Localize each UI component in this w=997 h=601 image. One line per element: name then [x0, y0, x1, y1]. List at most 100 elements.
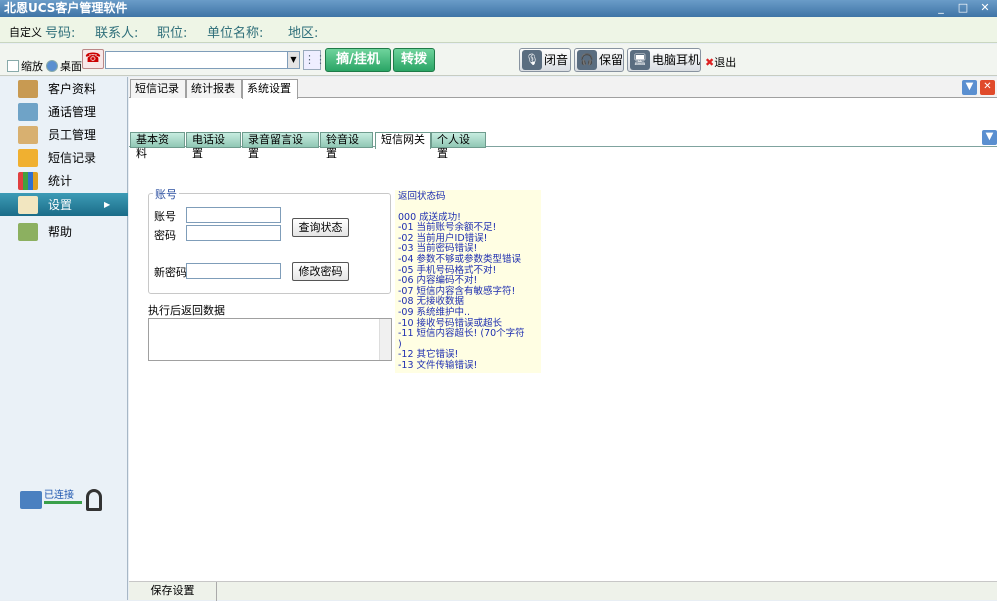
sidebar-item-label: 统计 — [48, 174, 73, 188]
maximize-button[interactable]: □ — [955, 1, 971, 15]
bottom-bar: 保存设置 — [129, 581, 997, 601]
close-button[interactable]: ✕ — [977, 1, 993, 15]
new-password-input[interactable] — [186, 263, 281, 279]
password-input[interactable] — [186, 225, 281, 241]
hangup-button[interactable]: 摘/挂机 — [325, 48, 391, 72]
computer-headset-icon: 🖥 — [630, 50, 650, 70]
status-code-line: -04 参数不够或参数类型错误 — [398, 253, 522, 265]
sidebar-item-statistics[interactable]: 统计 — [0, 169, 128, 192]
transfer-button[interactable]: 转拨 — [393, 48, 435, 72]
connection-status: 已连接 — [20, 487, 110, 517]
dropdown-icon[interactable]: ▼ — [962, 80, 977, 95]
shrink-label: 缩放 — [21, 60, 43, 73]
chevron-right-icon: ▶ — [104, 200, 111, 209]
sidebar-item-staff[interactable]: 员工管理 — [0, 123, 128, 146]
new-password-label: 新密码 — [154, 266, 187, 279]
custom-label[interactable]: 自定义 — [9, 24, 42, 40]
desktop-icon — [46, 60, 58, 72]
sidebar-item-label: 设置 — [48, 198, 73, 212]
headphones-icon: 🎧 — [577, 50, 597, 70]
account-label: 账号 — [154, 210, 176, 223]
contact-label: 联系人: — [95, 26, 139, 41]
sidebar: 客户资料 通话管理 员工管理 短信记录 统计 设置 ▶ 帮助 已连接 — [0, 77, 128, 600]
account-input[interactable] — [186, 207, 281, 223]
telephone-icon[interactable]: ☎ — [82, 49, 104, 69]
status-code-line: -13 文件传输错误! — [398, 359, 478, 371]
bar-chart-icon — [18, 171, 38, 190]
mute-button[interactable]: 🎙 闭音 — [519, 48, 571, 72]
close-icon[interactable]: ✕ — [980, 80, 995, 95]
position-label: 职位: — [157, 26, 188, 41]
title-bar: 北恩UCS客户管理软件 — [0, 0, 997, 17]
status-code-line: -11 短信内容超长! (70个字符 — [398, 328, 525, 340]
connection-label: 已连接 — [44, 490, 74, 501]
tab-stats-report[interactable]: 统计报表 — [186, 79, 242, 98]
result-textarea[interactable] — [148, 318, 392, 361]
sidebar-item-calls[interactable]: 通话管理 — [0, 100, 128, 123]
password-label: 密码 — [154, 229, 176, 242]
tab-system-settings[interactable]: 系统设置 — [242, 79, 298, 99]
sidebar-item-label: 帮助 — [48, 225, 73, 239]
mute-label: 闭音 — [544, 53, 569, 67]
tab-sms-records[interactable]: 短信记录 — [130, 79, 186, 98]
query-status-button[interactable]: 查询状态 — [292, 218, 349, 237]
exit-icon: ✖ — [705, 56, 715, 69]
hold-label: 保留 — [599, 53, 624, 67]
chevron-down-icon[interactable]: ▼ — [982, 130, 997, 145]
tab-basic-info[interactable]: 基本资料 — [130, 132, 185, 160]
caller-info-bar: 自定义 号码: 联系人: 职位: 单位名称: 地区: — [0, 17, 997, 43]
sidebar-item-settings[interactable]: 设置 ▶ — [0, 193, 128, 216]
sidebar-item-label: 通话管理 — [48, 105, 97, 119]
sidebar-item-customers[interactable]: 客户资料 — [0, 77, 128, 100]
group-title: 账号 — [153, 186, 179, 202]
shrink-checkbox[interactable] — [7, 60, 19, 72]
main-panel: 短信记录 统计报表 系统设置 ▼ ✕ 基本资料 电话设置 录音留言设置 铃音设置… — [129, 77, 997, 601]
save-settings-button[interactable]: 保存设置 — [129, 582, 217, 601]
envelope-icon — [18, 148, 38, 167]
top-tab-bar: 短信记录 统计报表 系统设置 ▼ ✕ — [129, 77, 997, 99]
toolbar: 缩放 桌面 ☎ ▼ ⋮⋮ 摘/挂机 转拨 🎙 闭音 🎧 保留 🖥 电脑耳机 ✖退… — [0, 44, 997, 76]
result-label: 执行后返回数据 — [148, 304, 225, 317]
status-code-line: -09 系统维护中.. — [398, 306, 471, 318]
pc-headset-button[interactable]: 🖥 电脑耳机 — [627, 48, 701, 72]
dialpad-icon[interactable]: ⋮⋮ — [303, 50, 326, 70]
hold-button[interactable]: 🎧 保留 — [574, 48, 624, 72]
computer-icon — [20, 491, 42, 509]
chevron-down-icon[interactable]: ▼ — [287, 51, 300, 69]
tab-recording-settings[interactable]: 录音留言设置 — [242, 132, 319, 160]
desktop-label: 桌面 — [60, 60, 82, 73]
region-label: 地区: — [288, 26, 319, 41]
desktop-toggle[interactable]: 桌面 — [46, 58, 82, 74]
sidebar-item-label: 客户资料 — [48, 82, 97, 96]
minimize-button[interactable]: _ — [933, 1, 949, 15]
company-label: 单位名称: — [207, 26, 264, 41]
settings-tab-bar: 基本资料 电话设置 录音留言设置 铃音设置 短信网关 个人设置 ▼ — [129, 129, 997, 160]
tab-ringtone-settings[interactable]: 铃音设置 — [320, 132, 373, 160]
sidebar-item-help[interactable]: 帮助 — [0, 220, 128, 243]
status-code-title: 返回状态码 — [398, 191, 446, 202]
tab-phone-settings[interactable]: 电话设置 — [186, 132, 241, 160]
sidebar-item-label: 员工管理 — [48, 128, 97, 142]
call-icon — [18, 102, 38, 121]
exit-button[interactable]: ✖退出 — [705, 54, 736, 70]
tab-sms-gateway[interactable]: 短信网关 — [375, 132, 431, 149]
result-scrollbar[interactable] — [379, 319, 391, 360]
pc-headset-label: 电脑耳机 — [652, 53, 701, 67]
app-title: 北恩UCS客户管理软件 — [4, 1, 128, 15]
phone-number-input[interactable] — [105, 51, 288, 69]
microphone-icon: 🎙 — [522, 50, 542, 70]
sidebar-item-label: 短信记录 — [48, 151, 97, 165]
staff-icon — [18, 125, 38, 144]
status-code-panel: 返回状态码 000 成送成功! -01 当前账号余额不足! -02 当前用户ID… — [395, 190, 541, 373]
tab-personal-settings[interactable]: 个人设置 — [431, 132, 486, 160]
headset-icon — [86, 489, 102, 511]
address-book-icon — [18, 79, 38, 98]
exit-label: 退出 — [714, 56, 737, 69]
change-password-button[interactable]: 修改密码 — [292, 262, 349, 281]
account-group: 账号 账号 密码 查询状态 新密码 修改密码 — [148, 186, 391, 294]
shrink-toggle[interactable]: 缩放 — [7, 58, 43, 74]
help-icon — [18, 222, 38, 241]
sidebar-item-sms[interactable]: 短信记录 — [0, 146, 128, 169]
phone-number-label: 号码: — [45, 26, 76, 41]
connection-line — [44, 501, 82, 504]
